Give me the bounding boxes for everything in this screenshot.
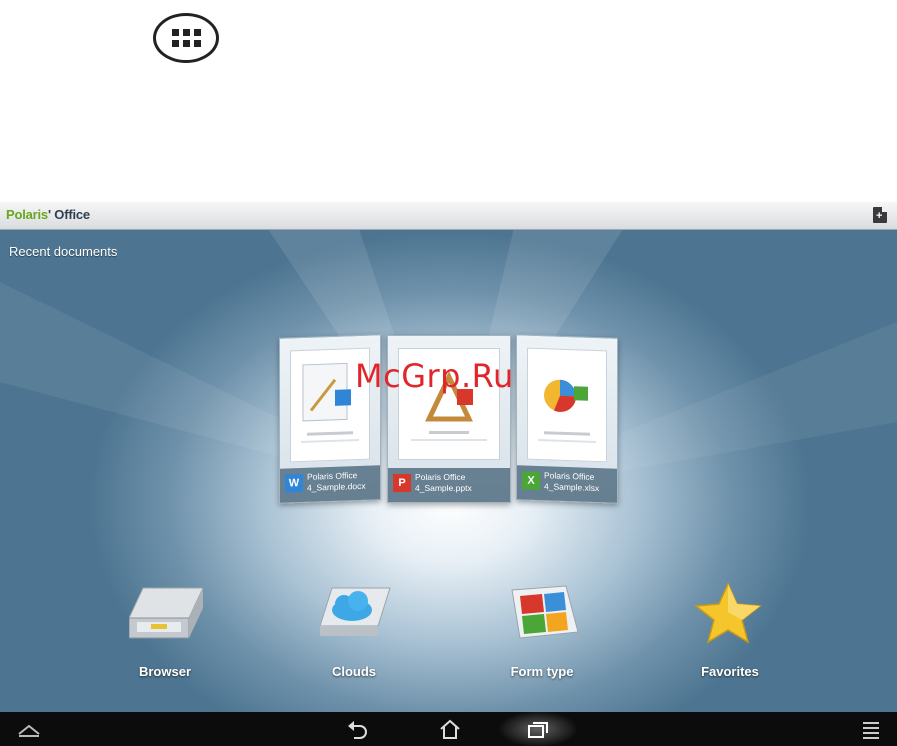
tablet-screen: Polaris' Office + Recent documents W Pol…: [0, 202, 897, 746]
app-title: Polaris' Office: [6, 207, 90, 222]
apps-grid-icon: [171, 29, 201, 47]
system-navigation-bar: [0, 712, 897, 746]
word-file-icon: W: [285, 473, 303, 493]
presentation-file-icon: P: [393, 474, 411, 492]
home-icon[interactable]: [437, 718, 463, 740]
document-footer: W Polaris Office 4_Sample.docx: [280, 465, 380, 503]
app-title-bar: Polaris' Office +: [0, 202, 897, 230]
browser-label: Browser: [138, 664, 192, 679]
document-name: Polaris Office 4_Sample.docx: [307, 470, 366, 493]
document-name: Polaris Office 4_Sample.xlsx: [544, 470, 600, 494]
form-grid-icon: [511, 585, 579, 639]
home-up-icon[interactable]: [16, 718, 42, 740]
document-name: Polaris Office 4_Sample.pptx: [415, 472, 472, 493]
favorites-button[interactable]: Favorites: [670, 582, 790, 682]
favorites-label: Favorites: [701, 664, 759, 679]
recent-document-xlsx[interactable]: X Polaris Office 4_Sample.xlsx: [516, 334, 618, 504]
document-footer: X Polaris Office 4_Sample.xlsx: [517, 465, 617, 503]
document-footer: P Polaris Office 4_Sample.pptx: [388, 468, 510, 502]
document-thumbnail: [527, 347, 607, 463]
clouds-label: Clouds: [331, 664, 377, 679]
back-icon[interactable]: [346, 718, 372, 740]
spreadsheet-file-icon: X: [522, 471, 540, 491]
cloud-icon: [319, 587, 391, 636]
new-document-icon[interactable]: +: [873, 207, 887, 223]
xlsx-preview-icon: [538, 379, 596, 444]
recent-documents-label: Recent documents: [9, 244, 118, 259]
watermark-text: McGrp.Ru: [355, 357, 514, 395]
star-icon: [694, 582, 762, 644]
browser-button[interactable]: Browser: [105, 582, 225, 682]
apps-icon[interactable]: [153, 13, 219, 63]
form-type-label: Form type: [510, 664, 574, 679]
form-type-button[interactable]: Form type: [482, 582, 602, 682]
recent-apps-icon[interactable]: [525, 718, 551, 740]
clouds-button[interactable]: Clouds: [294, 582, 414, 682]
drawer-icon: [129, 587, 203, 639]
menu-icon[interactable]: [858, 718, 884, 740]
